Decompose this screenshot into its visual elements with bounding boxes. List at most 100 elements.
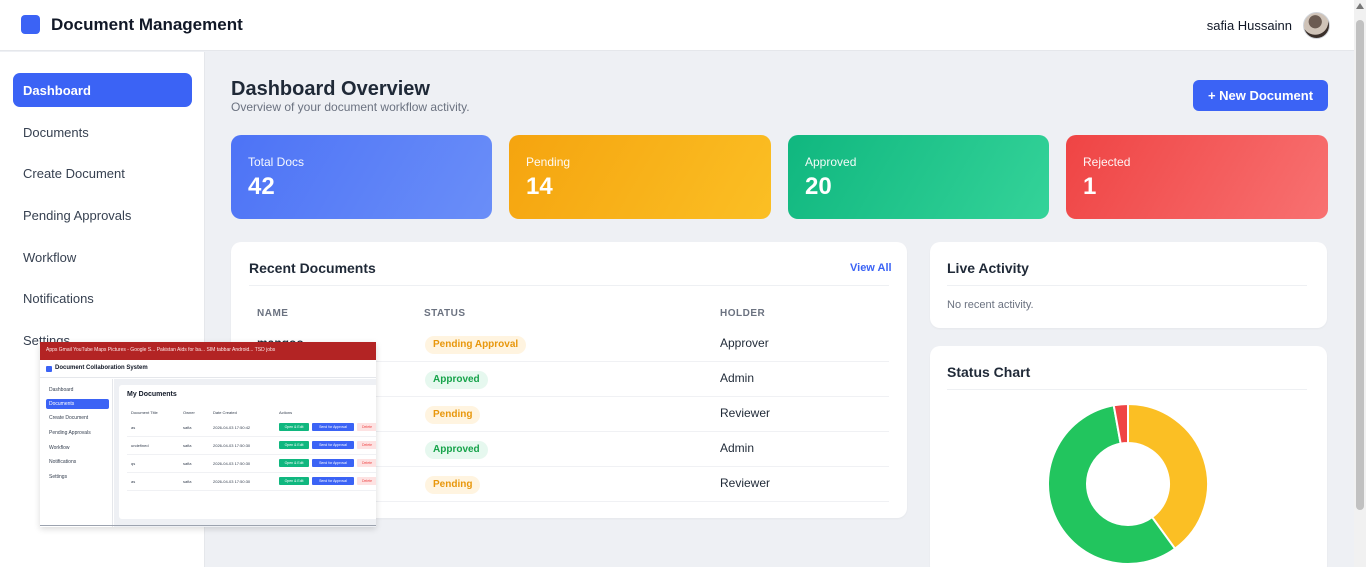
app-title: Document Management <box>51 15 243 34</box>
divider <box>249 285 889 286</box>
thumbnail-heading: My Documents <box>127 391 177 398</box>
thumbnail-row: as safia 2026-04-03 17:50:42 Open & Edit… <box>127 419 376 437</box>
status-badge: Pending Approval <box>425 336 527 354</box>
document-holder: Reviewer <box>720 406 771 420</box>
thumbnail-cell: 2026-04-03 17:50:30 <box>213 443 251 448</box>
thumbnail-delete-button: Delete <box>357 441 376 449</box>
thumbnail-cell: safia <box>183 479 192 484</box>
page-subtitle: Overview of your document workflow activ… <box>231 100 470 114</box>
thumbnail-delete-button: Delete <box>357 477 376 485</box>
thumbnail-cell: 2026-04-03 17:50:30 <box>213 479 251 484</box>
thumbnail-bookmarks: Apps Gmail YouTube Maps Pictures - Googl… <box>46 347 276 353</box>
stat-card-total-docs: Total Docs 42 <box>231 135 492 219</box>
sidebar-item-notifications[interactable]: Notifications <box>13 281 192 315</box>
thumbnail-delete-button: Delete <box>357 423 376 431</box>
avatar[interactable] <box>1303 12 1330 39</box>
stat-label: Pending <box>526 155 571 169</box>
sidebar-item-dashboard[interactable]: Dashboard <box>13 73 192 107</box>
app-logo-icon <box>21 15 40 34</box>
scroll-thumb[interactable] <box>1356 20 1364 510</box>
empty-activity-text: No recent activity. <box>947 299 1034 311</box>
thumbnail-documents-card: My Documents Document Title Owner Date C… <box>119 385 376 519</box>
thumbnail-cell: safia <box>183 425 192 430</box>
thumbnail-send-button: Send for Approval <box>312 441 354 449</box>
view-all-link[interactable]: View All <box>850 262 892 274</box>
thumbnail-main: My Documents Document Title Owner Date C… <box>114 379 376 527</box>
thumbnail-send-button: Send for Approval <box>312 423 354 431</box>
thumbnail-nav-item: Pending Approvals <box>49 430 91 436</box>
thumbnail-cell: qs <box>131 461 136 466</box>
column-header-holder: HOLDER <box>720 308 766 319</box>
thumbnail-open-button: Open & Edit <box>279 477 309 485</box>
thumbnail-cell: 2026-04-03 17:50:42 <box>213 425 251 430</box>
new-document-button[interactable]: + New Document <box>1193 80 1328 111</box>
thumbnail-app-title: Document Collaboration System <box>55 365 148 371</box>
stat-value: 20 <box>805 173 832 200</box>
status-badge: Approved <box>425 371 488 389</box>
thumbnail-column-header: Document Title <box>131 410 158 415</box>
thumbnail-nav-item: Notifications <box>49 459 77 465</box>
stat-card-rejected: Rejected 1 <box>1066 135 1328 219</box>
page-title: Dashboard Overview <box>231 78 430 100</box>
thumbnail-cell: as <box>131 479 136 484</box>
thumbnail-column-header: Date Created <box>213 410 237 415</box>
thumbnail-nav-item: Dashboard <box>49 387 74 393</box>
thumbnail-nav-item: Settings <box>49 474 68 480</box>
live-activity-panel: Live Activity No recent activity. <box>930 242 1327 328</box>
document-holder: Approver <box>720 336 769 350</box>
thumbnail-row: qs safia 2026-04-03 17:50:30 Open & Edit… <box>127 455 376 473</box>
thumbnail-row: as safia 2026-04-03 17:50:30 Open & Edit… <box>127 473 376 491</box>
sidebar-item-workflow[interactable]: Workflow <box>13 240 192 274</box>
thumbnail-cell: safia <box>183 443 192 448</box>
thumbnail-cell: as <box>131 425 136 430</box>
recent-documents-title: Recent Documents <box>249 260 376 276</box>
scroll-up-icon[interactable] <box>1356 3 1364 9</box>
thumbnail-nav-item: Documents <box>46 399 109 409</box>
stat-value: 42 <box>248 173 275 200</box>
thumbnail-send-button: Send for Approval <box>312 477 354 485</box>
document-holder: Reviewer <box>720 476 771 490</box>
thumbnail-open-button: Open & Edit <box>279 459 309 467</box>
page-scrollbar[interactable] <box>1354 0 1366 567</box>
thumbnail-header: Document Collaboration System <box>40 360 376 378</box>
thumbnail-column-header: Owner <box>183 410 195 415</box>
thumbnail-send-button: Send for Approval <box>312 459 354 467</box>
thumbnail-browser-bar: Apps Gmail YouTube Maps Pictures - Googl… <box>40 342 376 360</box>
stat-card-approved: Approved 20 <box>788 135 1049 219</box>
thumbnail-cell: safia <box>183 461 192 466</box>
status-badge: Approved <box>425 441 488 459</box>
column-header-status: STATUS <box>424 308 466 319</box>
divider <box>947 285 1307 286</box>
status-badge: Pending <box>425 406 481 424</box>
thumbnail-logo-icon <box>46 366 52 372</box>
stat-label: Approved <box>805 155 857 169</box>
stat-value: 1 <box>1083 173 1097 200</box>
thumbnail-bottom-line <box>40 525 376 526</box>
thumbnail-cell: 2026-04-03 17:50:30 <box>213 461 251 466</box>
sidebar-item-pending-approvals[interactable]: Pending Approvals <box>13 198 192 232</box>
thumbnail-column-header: Actions <box>279 410 293 415</box>
thumbnail-delete-button: Delete <box>357 459 376 467</box>
user-name[interactable]: safia Hussainn <box>1207 18 1292 33</box>
screenshot-thumbnail: Apps Gmail YouTube Maps Pictures - Googl… <box>40 342 376 527</box>
status-donut-chart <box>1047 402 1209 565</box>
live-activity-title: Live Activity <box>947 260 1029 276</box>
thumbnail-open-button: Open & Edit <box>279 441 309 449</box>
top-bar: Document Management safia Hussainn <box>0 0 1354 51</box>
document-holder: Admin <box>720 371 755 385</box>
sidebar-item-create-document[interactable]: Create Document <box>13 156 192 190</box>
stat-label: Total Docs <box>248 155 305 169</box>
stat-label: Rejected <box>1083 155 1131 169</box>
status-badge: Pending <box>425 476 481 494</box>
thumbnail-cell: undefined <box>131 443 149 448</box>
document-holder: Admin <box>720 441 755 455</box>
thumbnail-nav-item: Create Document <box>49 415 89 421</box>
thumbnail-nav-item: Workflow <box>49 445 70 451</box>
column-header-name: NAME <box>257 308 289 319</box>
status-chart-panel: Status Chart <box>930 346 1327 567</box>
stat-value: 14 <box>526 173 553 200</box>
thumbnail-row: undefined safia 2026-04-03 17:50:30 Open… <box>127 437 376 455</box>
stat-card-pending: Pending 14 <box>509 135 771 219</box>
sidebar-item-documents[interactable]: Documents <box>13 115 192 149</box>
thumbnail-sidebar: Dashboard Documents Create Document Pend… <box>40 379 113 527</box>
